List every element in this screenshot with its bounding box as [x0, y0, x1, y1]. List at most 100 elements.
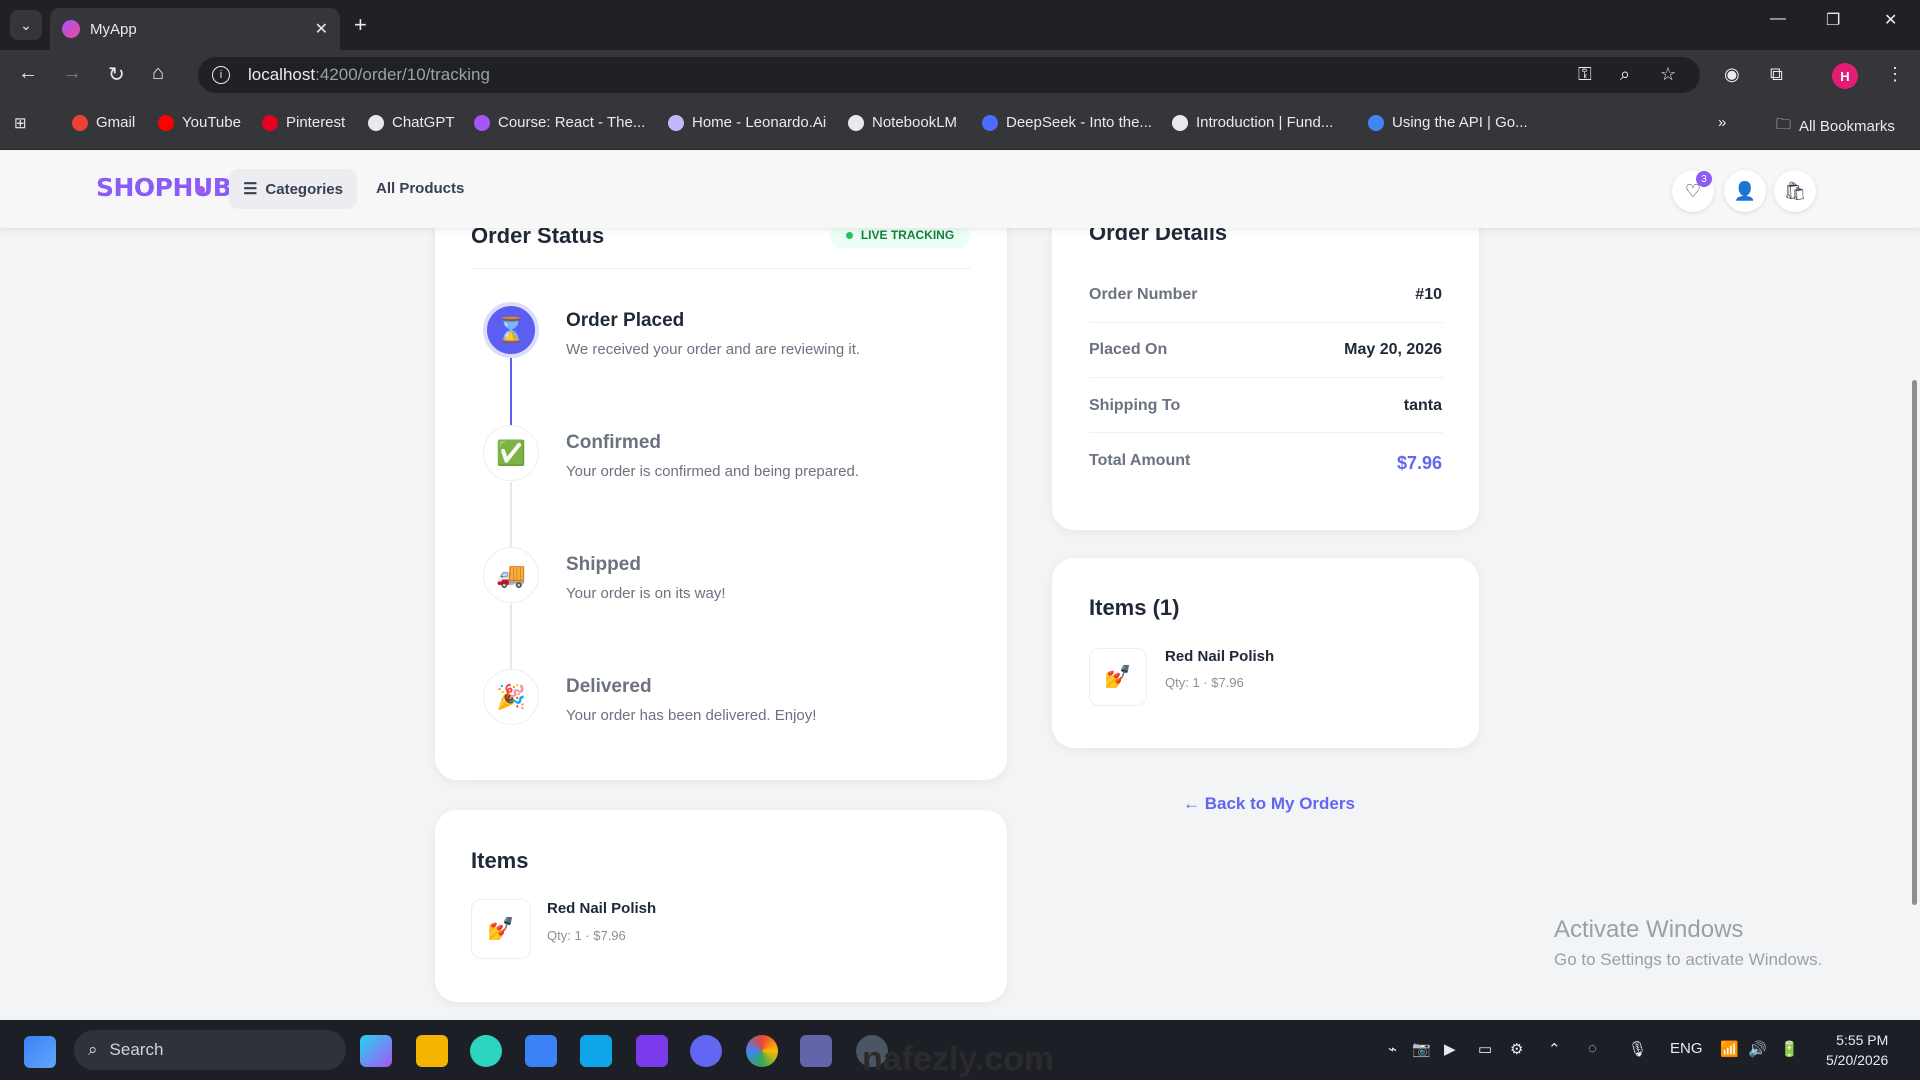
chevron-up-icon[interactable]: ⌃ [1548, 1040, 1561, 1058]
restore-icon[interactable]: ❐ [1826, 10, 1840, 30]
windows-start-icon[interactable] [24, 1036, 56, 1068]
bookmark-favicon-icon [72, 114, 88, 131]
clock-time: 5:55 PM [1836, 1032, 1889, 1048]
back-icon[interactable]: ← [18, 62, 38, 85]
bookmark-item[interactable]: NotebookLM [848, 114, 957, 131]
cart-icon[interactable]: 🛍 [1774, 170, 1816, 212]
status-divider [471, 268, 971, 269]
tab-search-button[interactable]: ⌄ [10, 10, 42, 40]
more-bookmarks-icon[interactable]: » [1718, 114, 1726, 131]
profile-avatar[interactable]: H [1832, 63, 1858, 89]
page-scrollbar[interactable] [1912, 380, 1917, 905]
logo-dot [197, 186, 205, 194]
taskbar-search-label: Search [109, 1040, 164, 1059]
bookmark-item[interactable]: Course: React - The... [474, 114, 645, 131]
bookmark-favicon-icon [848, 114, 864, 131]
password-key-icon[interactable]: ⚿ [1578, 64, 1592, 85]
bookmark-item[interactable]: DeepSeek - Into the... [982, 114, 1152, 131]
progress-line [510, 604, 512, 674]
battery-icon[interactable]: 🔋 [1780, 1040, 1799, 1058]
logo[interactable]: SHOPHUB [96, 173, 232, 202]
app-icon[interactable] [690, 1035, 722, 1067]
bookmark-item[interactable]: Gmail [72, 114, 135, 131]
forward-icon[interactable]: → [62, 62, 82, 85]
browser-tab[interactable]: MyApp ✕ [50, 8, 340, 50]
clock-date: 5/20/2026 [1826, 1052, 1889, 1068]
tab-title: MyApp [90, 20, 137, 38]
video-icon[interactable]: ▶ [1444, 1040, 1456, 1058]
step-title-placed: Order Placed [566, 310, 685, 331]
detail-value-order-number: #10 [1415, 286, 1442, 303]
bookmark-star-icon[interactable]: ☆ [1660, 64, 1676, 85]
live-dot-icon [845, 231, 853, 239]
tray-icon[interactable]: ⌁ [1388, 1040, 1397, 1058]
home-icon[interactable]: ⌂ [152, 62, 164, 85]
settings-gear-icon[interactable]: ⚙ [1510, 1040, 1523, 1058]
chrome-icon[interactable] [746, 1035, 778, 1067]
apps-grid-icon[interactable]: ⊞ [14, 114, 27, 132]
bookmark-item[interactable]: Introduction | Fund... [1172, 114, 1333, 131]
taskbar-clock[interactable]: 5:55 PM 5/20/2026 [1826, 1030, 1888, 1070]
nail-polish-image[interactable]: 💅 [471, 899, 531, 959]
url-bar[interactable]: i localhost:4200/order/10/tracking [198, 57, 1700, 93]
browser-menu-icon[interactable]: ⋮ [1886, 64, 1904, 85]
bookmark-item[interactable]: Using the API | Go... [1368, 114, 1528, 131]
bookmark-item[interactable]: ChatGPT [368, 114, 455, 131]
progress-line-active [510, 356, 512, 426]
progress-line [510, 482, 512, 552]
taskbar-search[interactable]: ⌕ Search [74, 1030, 346, 1070]
window-icon[interactable]: ▭ [1478, 1040, 1492, 1058]
copilot-icon[interactable] [360, 1035, 392, 1067]
visual-studio-icon[interactable] [636, 1035, 668, 1067]
app-icon[interactable] [470, 1035, 502, 1067]
user-icon[interactable]: 👤 [1724, 170, 1766, 212]
all-bookmarks-folder[interactable]: 🗀 All Bookmarks [1776, 114, 1895, 139]
step-title-delivered: Delivered [566, 676, 652, 697]
bookmark-favicon-icon [158, 114, 174, 131]
close-tab-icon[interactable]: ✕ [315, 19, 328, 39]
detail-divider [1089, 377, 1443, 378]
folder-icon: 🗀 [1776, 116, 1792, 133]
wifi-icon[interactable]: 📶 [1720, 1040, 1739, 1058]
bookmark-favicon-icon [262, 114, 278, 131]
reload-icon[interactable]: ↻ [108, 62, 125, 87]
zoom-icon[interactable]: ⌕ [1620, 64, 1630, 85]
extension-icon[interactable]: ◉ [1724, 64, 1740, 85]
detail-value-shipping-to: tanta [1403, 397, 1442, 414]
bookmark-label: DeepSeek - Into the... [1006, 114, 1152, 131]
microphone-icon[interactable]: 🎙 [1628, 1040, 1647, 1058]
site-info-icon[interactable]: i [212, 66, 230, 84]
item-name[interactable]: Red Nail Polish [1165, 648, 1274, 665]
teams-icon[interactable] [800, 1035, 832, 1067]
categories-label: Categories [265, 180, 343, 198]
item-name[interactable]: Red Nail Polish [547, 900, 656, 917]
back-to-orders-link[interactable]: ← Back to My Orders [1183, 794, 1355, 814]
new-tab-button[interactable]: + [354, 12, 367, 38]
url-host: localhost [248, 65, 316, 84]
vscode-icon[interactable] [580, 1035, 612, 1067]
detail-divider [1089, 322, 1443, 323]
minimize-icon[interactable]: — [1770, 10, 1786, 28]
step-title-shipped: Shipped [566, 554, 641, 575]
step-desc-delivered: Your order has been delivered. Enjoy! [566, 707, 817, 724]
file-explorer-icon[interactable] [416, 1035, 448, 1067]
close-window-icon[interactable]: ✕ [1884, 10, 1897, 30]
wishlist-count-badge: 3 [1696, 171, 1712, 187]
bookmark-favicon-icon [368, 114, 384, 131]
language-indicator[interactable]: ENG [1670, 1040, 1703, 1057]
categories-button[interactable]: ☰ Categories [229, 169, 357, 209]
all-bookmarks-label: All Bookmarks [1799, 118, 1895, 135]
nail-polish-image[interactable]: 💅 [1089, 648, 1147, 706]
detail-value-total: $7.96 [1396, 453, 1442, 473]
bookmark-item[interactable]: Home - Leonardo.Ai [668, 114, 826, 131]
tray-icon[interactable]: ◌ [1588, 1040, 1597, 1057]
bookmark-item[interactable]: Pinterest [262, 114, 345, 131]
extensions-puzzle-icon[interactable]: ⧉ [1770, 64, 1783, 85]
all-products-link[interactable]: All Products [376, 180, 464, 197]
camera-icon[interactable]: 📷 [1412, 1040, 1431, 1058]
detail-label-total: Total Amount [1089, 452, 1191, 469]
app-icon[interactable] [525, 1035, 557, 1067]
bookmark-item[interactable]: YouTube [158, 114, 241, 131]
bookmark-label: Introduction | Fund... [1196, 114, 1334, 131]
volume-icon[interactable]: 🔊 [1748, 1040, 1767, 1058]
